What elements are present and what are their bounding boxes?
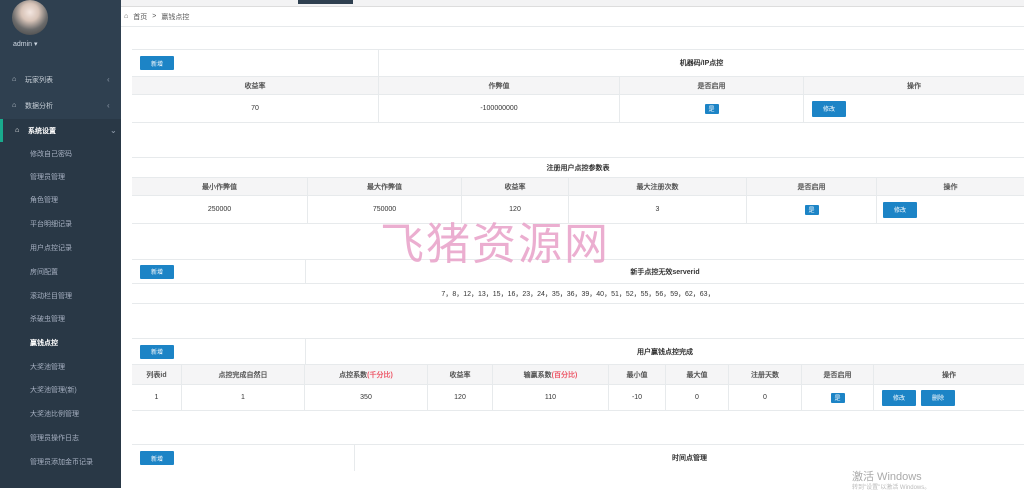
add-button[interactable]: 新增	[140, 344, 174, 359]
add-button[interactable]: 新增	[140, 451, 174, 465]
chevron-down-icon: ⌄	[110, 126, 117, 135]
col-header: 最大作弊值	[307, 178, 461, 196]
chevron-left-icon: ‹	[107, 101, 110, 110]
submenu-item[interactable]: 平台明细记录	[0, 212, 121, 235]
edit-button[interactable]: 修改	[812, 100, 846, 117]
col-header: 是否启用	[746, 178, 876, 196]
submenu-item[interactable]: 管理员操作日志	[0, 426, 121, 449]
section-machine-ip: 新增 机器码/IP点控 收益率 作弊值 是否启用 操作 70 -10000000…	[132, 49, 1024, 125]
enabled-toggle[interactable]: 是	[704, 103, 719, 114]
col-header: 最大值	[665, 365, 728, 385]
cell-winlose: 110	[492, 385, 608, 411]
add-button[interactable]: 新增	[140, 264, 174, 279]
section-title: 注册用户点控参数表	[132, 158, 1024, 178]
submenu-item[interactable]: 用户点控记录	[0, 236, 121, 259]
top-bar	[121, 0, 1024, 7]
col-header: 操作	[876, 178, 1024, 196]
submenu-item[interactable]: 管理员添加金币记录	[0, 450, 121, 473]
nav-item-players[interactable]: ⌂ 玩家列表 ‹	[0, 68, 121, 91]
breadcrumb-home[interactable]: 首页	[133, 12, 147, 22]
enabled-toggle[interactable]: 是	[830, 392, 845, 403]
delete-button[interactable]: 删除	[921, 389, 955, 406]
col-header: 最大注册次数	[568, 178, 746, 196]
serverid-list: 7，8，12，13，15，16，23，24，35，36，39，40，51，52，…	[132, 284, 1024, 304]
watermark: 飞猪资源网	[380, 219, 610, 270]
col-header: 点控完成自然日	[181, 365, 304, 385]
col-header-coef: 点控系数 (千分比)	[304, 365, 427, 385]
add-button[interactable]: 新增	[140, 56, 174, 70]
section-title: 时间点管理	[354, 445, 1024, 471]
cell-cheat: -100000000	[378, 95, 619, 123]
enabled-toggle[interactable]: 是	[804, 204, 819, 215]
section-title: 机器码/IP点控	[378, 50, 1024, 77]
col-header: 操作	[803, 77, 1024, 95]
submenu-item[interactable]: 管理员管理	[0, 165, 121, 188]
nav-item-settings[interactable]: ⌂ 系统设置 ⌄	[0, 119, 121, 142]
nav-label: 系统设置	[28, 127, 56, 135]
home-icon[interactable]: ⌂	[124, 13, 128, 20]
cell-day: 1	[181, 385, 304, 411]
cell-max: 0	[665, 385, 728, 411]
cell-id: 1	[132, 385, 181, 411]
submenu-item[interactable]: 修改自己密码	[0, 142, 121, 165]
active-tab-indicator	[298, 0, 353, 4]
col-header: 操作	[873, 365, 1024, 385]
col-header: 作弊值	[378, 77, 619, 95]
cell-min: -10	[608, 385, 665, 411]
cell-rate: 120	[427, 385, 492, 411]
cell-reg-days: 0	[728, 385, 801, 411]
submenu-item[interactable]: 房间配置	[0, 260, 121, 283]
edit-button[interactable]: 修改	[882, 389, 916, 406]
col-header-winlose: 输赢系数 (百分比)	[492, 365, 608, 385]
user-menu[interactable]: admin ▾	[13, 40, 38, 48]
avatar[interactable]	[12, 0, 48, 35]
col-header: 是否启用	[619, 77, 803, 95]
nav-label: 数据分析	[25, 102, 53, 110]
home-icon: ⌂	[12, 76, 17, 83]
col-header: 注册天数	[728, 365, 801, 385]
submenu-item[interactable]: 大奖池比例管理	[0, 402, 121, 425]
col-header: 最小值	[608, 365, 665, 385]
nav-item-analytics[interactable]: ⌂ 数据分析 ‹	[0, 94, 121, 117]
section-user-win-control: 新增 用户赢钱点控完成 列表id 点控完成自然日 点控系数 (千分比) 收益率 输…	[132, 338, 1024, 412]
breadcrumb: ⌂ 首页 > 赢钱点控	[121, 7, 1024, 27]
home-icon: ⌂	[12, 102, 17, 109]
breadcrumb-current: 赢钱点控	[161, 13, 190, 21]
cell-rate: 70	[132, 95, 378, 123]
sidebar: admin ▾ ⌂ 玩家列表 ‹ ⌂ 数据分析 ‹ ⌂ 系统设置 ⌄ 修改自己密…	[0, 0, 121, 488]
submenu-item[interactable]: 大奖池管理	[0, 355, 121, 378]
submenu-item[interactable]: 杀破虫管理	[0, 307, 121, 330]
col-header: 收益率	[461, 178, 568, 196]
breadcrumb-sep: >	[152, 13, 157, 20]
col-header: 最小作弊值	[132, 178, 307, 196]
cell-coef: 350	[304, 385, 427, 411]
edit-button[interactable]: 修改	[883, 201, 917, 218]
col-header: 收益率	[427, 365, 492, 385]
submenu-item[interactable]: 角色管理	[0, 188, 121, 211]
submenu-item[interactable]: 滚动栏目管理	[0, 284, 121, 307]
home-icon: ⌂	[15, 127, 20, 134]
nav-label: 玩家列表	[25, 76, 53, 84]
submenu-item-active[interactable]: 赢钱点控	[0, 331, 121, 354]
col-header: 列表id	[132, 365, 181, 385]
submenu-item[interactable]: 大奖池管理(新)	[0, 378, 121, 401]
col-header: 是否启用	[801, 365, 873, 385]
cell-min: 250000	[132, 196, 307, 224]
section-title: 用户赢钱点控完成	[305, 339, 1024, 365]
col-header: 收益率	[132, 77, 378, 95]
windows-activation-hint: 转到"设置"以激活 Windows。	[852, 485, 931, 491]
chevron-left-icon: ‹	[107, 75, 110, 84]
